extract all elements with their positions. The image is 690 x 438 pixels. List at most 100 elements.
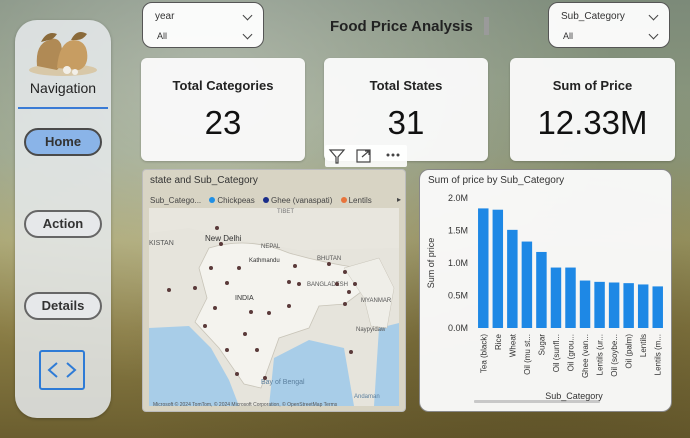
action-button[interactable]: Action bbox=[24, 210, 102, 238]
kpi-label: Total Categories bbox=[172, 78, 274, 93]
chevron-down-icon[interactable] bbox=[648, 10, 659, 21]
bar[interactable] bbox=[507, 229, 518, 328]
y-tick-label: 2.0M bbox=[448, 193, 468, 203]
map-label: NEPAL bbox=[261, 244, 281, 250]
bar[interactable] bbox=[565, 267, 576, 328]
x-tick-label: Rice bbox=[494, 333, 503, 350]
x-tick-label: Lentils (ur... bbox=[596, 334, 605, 375]
chevron-down-icon[interactable] bbox=[242, 10, 253, 21]
year-slicer-label: year bbox=[155, 11, 175, 22]
page-navigator[interactable] bbox=[39, 350, 85, 390]
map-label: BHUTAN bbox=[317, 256, 341, 262]
previous-page-icon[interactable] bbox=[47, 362, 58, 378]
bar[interactable] bbox=[594, 281, 605, 328]
filter-icon[interactable] bbox=[328, 149, 346, 164]
map-point bbox=[203, 324, 207, 328]
chevron-down-icon[interactable] bbox=[648, 29, 659, 40]
page-title: Food Price Analysis bbox=[330, 18, 473, 35]
sub-category-slicer[interactable]: Sub_Category All bbox=[548, 2, 670, 48]
map-label: BANGLADESH bbox=[307, 282, 348, 288]
chevron-down-icon[interactable] bbox=[242, 29, 253, 40]
map-point bbox=[353, 282, 357, 286]
sub-category-slicer-value[interactable]: All bbox=[563, 31, 573, 41]
legend-item[interactable]: Ghee (vanaspati) bbox=[271, 196, 332, 205]
map-point bbox=[209, 266, 213, 270]
bar[interactable] bbox=[637, 284, 649, 328]
map-point bbox=[215, 226, 219, 230]
x-tick-label: Oil (mu st... bbox=[523, 334, 532, 375]
map-point bbox=[225, 348, 229, 352]
y-axis-label: Sum of price bbox=[426, 238, 436, 289]
map-point bbox=[219, 242, 223, 246]
more-options-icon[interactable] bbox=[386, 153, 400, 157]
year-slicer-value[interactable]: All bbox=[157, 31, 167, 41]
x-tick-label: Lentils (m... bbox=[654, 334, 663, 375]
bar[interactable] bbox=[492, 209, 504, 328]
legend-marker bbox=[209, 197, 216, 203]
map-point bbox=[287, 304, 291, 308]
x-tick-label: Oil (sunfl... bbox=[552, 334, 561, 372]
map-point bbox=[297, 282, 301, 286]
map-point bbox=[347, 290, 351, 294]
bar[interactable] bbox=[652, 286, 663, 328]
legend-item[interactable]: Chickpeas bbox=[217, 196, 254, 205]
map-point bbox=[237, 266, 241, 270]
map-point bbox=[343, 270, 347, 274]
bar[interactable] bbox=[579, 280, 591, 328]
bar-chart-visual[interactable]: Sum of price by Sub_Category 0.0M 0.5M 1.0… bbox=[419, 169, 672, 412]
bar[interactable] bbox=[623, 283, 634, 328]
title-accent bbox=[484, 17, 489, 35]
legend-next-arrow-icon[interactable]: ▸ bbox=[397, 195, 401, 204]
map-point bbox=[213, 306, 217, 310]
map-point bbox=[193, 286, 197, 290]
visual-header-toolbar bbox=[325, 145, 407, 167]
kpi-value: 31 bbox=[387, 104, 425, 141]
food-sacks-logo bbox=[29, 32, 97, 76]
bar[interactable] bbox=[550, 267, 562, 328]
map-point bbox=[343, 302, 347, 306]
map-label: Bay of Bengal bbox=[261, 379, 305, 386]
map-point bbox=[167, 288, 171, 292]
details-button[interactable]: Details bbox=[24, 292, 102, 320]
map-point bbox=[243, 332, 247, 336]
x-tick-label: Wheat bbox=[508, 333, 517, 357]
bar[interactable] bbox=[521, 241, 533, 328]
map-canvas[interactable]: TIBET KISTAN New Delhi NEPAL Kathmandu B… bbox=[149, 208, 399, 406]
map-point bbox=[287, 280, 291, 284]
map-point bbox=[235, 372, 239, 376]
map-label: Kathmandu bbox=[249, 258, 280, 264]
focus-mode-icon[interactable] bbox=[356, 149, 371, 163]
navigation-title: Navigation bbox=[29, 80, 97, 96]
kpi-card-total-categories[interactable]: Total Categories 23 bbox=[141, 58, 305, 161]
x-tick-label: Lentils bbox=[639, 334, 648, 357]
x-tick-label: Oil (grou... bbox=[567, 334, 576, 371]
bar[interactable] bbox=[478, 208, 489, 328]
map-point bbox=[267, 311, 271, 315]
x-tick-label: Ghee (van... bbox=[581, 334, 590, 378]
kpi-label: Sum of Price bbox=[552, 78, 633, 93]
next-page-icon[interactable] bbox=[66, 362, 77, 378]
kpi-value: 23 bbox=[204, 104, 242, 141]
kpi-card-sum-of-price[interactable]: Sum of Price 12.33M bbox=[510, 58, 675, 161]
x-tick-label: Sugar bbox=[537, 334, 546, 356]
map-label: Andaman bbox=[354, 394, 380, 400]
legend-item[interactable]: Lentils bbox=[349, 196, 372, 205]
map-label: INDIA bbox=[235, 295, 254, 302]
map-label: KISTAN bbox=[149, 240, 174, 247]
bar[interactable] bbox=[536, 251, 547, 328]
x-axis-label: Sub_Category bbox=[545, 391, 603, 401]
map-point bbox=[335, 282, 339, 286]
x-tick-label: Oil (palm) bbox=[625, 334, 634, 369]
map-label: New Delhi bbox=[205, 234, 242, 243]
y-tick-label: 1.5M bbox=[448, 226, 468, 236]
bar[interactable] bbox=[608, 282, 620, 329]
map-point bbox=[349, 350, 353, 354]
map-visual[interactable]: state and Sub_Category Sub_Catego... Chi… bbox=[142, 169, 406, 412]
home-button[interactable]: Home bbox=[24, 128, 102, 156]
y-tick-label: 0.5M bbox=[448, 291, 468, 301]
bar-chart[interactable]: 0.0M 0.5M 1.0M 1.5M 2.0M Tea (black) Rice Wheat… bbox=[420, 182, 671, 411]
y-tick-label: 0.0M bbox=[448, 323, 468, 333]
year-slicer[interactable]: year All bbox=[142, 2, 264, 48]
map-title: state and Sub_Category bbox=[150, 175, 258, 186]
map-point bbox=[225, 281, 229, 285]
